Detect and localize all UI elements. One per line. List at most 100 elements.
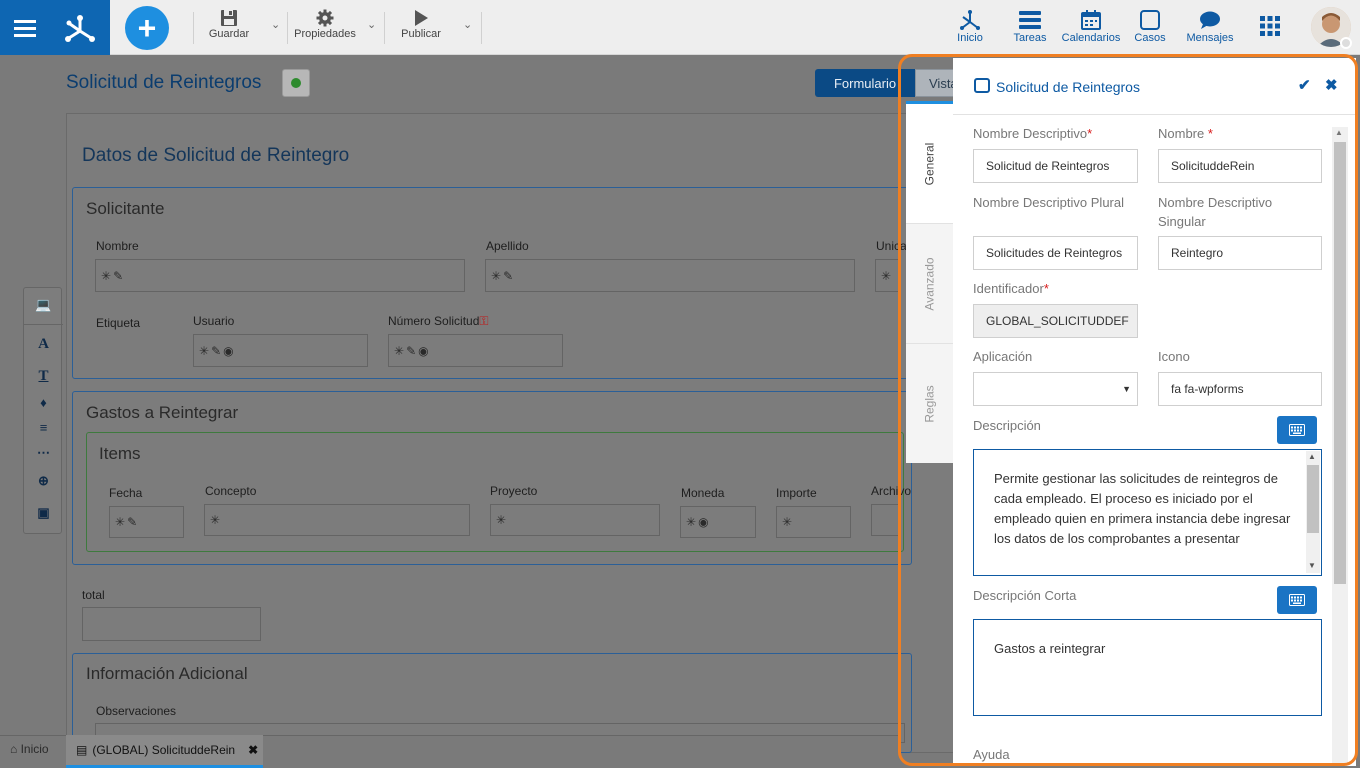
field-fecha[interactable]: ✳ ✎	[109, 506, 184, 538]
view-form-button[interactable]: Formulario	[815, 69, 915, 97]
required-asterisk-icon: ✳	[115, 515, 126, 529]
align-center-icon: ≡	[39, 420, 48, 435]
close-panel-icon[interactable]: ✖	[1325, 76, 1338, 94]
field-importe[interactable]: ✳	[776, 506, 851, 538]
label-nombre-text: Nombre	[1158, 126, 1208, 141]
label-aplicacion: Aplicación	[973, 349, 1033, 364]
scroll-down-arrow-icon[interactable]: ▼	[1308, 561, 1316, 570]
tag-icon: ♦	[40, 395, 47, 410]
input-nombre[interactable]: SolicituddeRein	[1158, 149, 1322, 183]
required-asterisk-icon: ✳	[199, 343, 210, 358]
app-logo[interactable]	[50, 0, 110, 55]
cube-icon: ▣	[37, 505, 50, 520]
label-moneda: Moneda	[681, 486, 725, 500]
tab-avanzado[interactable]: Avanzado	[906, 223, 953, 343]
field-usuario[interactable]: ✳ ✎ ◉	[193, 334, 368, 367]
save-button[interactable]: Guardar	[205, 8, 253, 40]
keyboard-icon	[1289, 424, 1305, 436]
panel-scroll-up-icon[interactable]: ▲	[1335, 128, 1343, 137]
field-concepto[interactable]: ✳	[204, 504, 470, 536]
input-icono[interactable]: fa fa-wpforms	[1158, 372, 1322, 406]
panel-title: Solicitud de Reintegros	[996, 79, 1140, 95]
label-identificador: Identificador*	[973, 279, 1049, 298]
field-moneda[interactable]: ✳ ◉	[680, 506, 756, 538]
descripcion-editor-button[interactable]	[1277, 416, 1317, 444]
label-observaciones: Observaciones	[96, 704, 177, 718]
pencil-off-icon: ✎	[113, 268, 124, 283]
publish-dropdown-caret[interactable]: ⌄	[463, 18, 472, 31]
hamburger-menu-button[interactable]	[0, 0, 50, 55]
field-nombre[interactable]: ✳ ✎	[95, 259, 465, 292]
field-numero-solicitud[interactable]: ✳ ✎ ◉	[388, 334, 563, 367]
nav-tareas[interactable]: Tareas	[1010, 8, 1050, 44]
textarea-descripcion[interactable]: Permite gestionar las solicitudes de rei…	[973, 449, 1322, 576]
input-plural[interactable]: Solicitudes de Reintegros	[973, 236, 1138, 270]
tool-tag[interactable]: ♦	[24, 395, 63, 410]
form-heading: Datos de Solicitud de Reintegro	[82, 145, 350, 166]
key-icon: ⚿	[479, 314, 489, 328]
nav-casos-label: Casos	[1134, 32, 1166, 44]
add-button[interactable]: +	[125, 6, 169, 50]
page-title: Solicitud de Reintegros	[66, 72, 262, 93]
status-toggle[interactable]	[282, 69, 310, 97]
chat-bubble-icon	[1200, 11, 1220, 29]
network-logo-icon	[65, 14, 95, 42]
nav-casos[interactable]: Casos	[1132, 8, 1168, 44]
input-singular[interactable]: Reintegro	[1158, 236, 1322, 270]
letter-a-icon: A	[38, 336, 49, 352]
toolbar-divider	[193, 12, 194, 44]
nav-mensajes[interactable]: Mensajes	[1185, 8, 1235, 44]
input-nombre-descriptivo[interactable]: Solicitud de Reintegros	[973, 149, 1138, 183]
close-tab-icon[interactable]: ✖	[248, 743, 258, 757]
nav-mensajes-label: Mensajes	[1186, 32, 1234, 44]
field-unica[interactable]: ✳	[875, 259, 900, 292]
save-dropdown-caret[interactable]: ⌄	[271, 18, 280, 31]
publish-button[interactable]: Publicar	[398, 8, 444, 40]
apps-grid-button[interactable]	[1260, 16, 1280, 41]
bottom-tab-form-label: (GLOBAL) SolicituddeRein	[92, 743, 236, 757]
label-unica: Unica	[876, 239, 907, 253]
tool-text[interactable]: T	[24, 368, 63, 385]
toolbar-divider	[287, 12, 288, 44]
nav-calendarios[interactable]: Calendarios	[1060, 8, 1122, 44]
tool-add[interactable]: ⊕	[24, 473, 63, 489]
field-total[interactable]	[82, 607, 261, 641]
field-apellido[interactable]: ✳ ✎	[485, 259, 855, 292]
panel-scrollbar-thumb[interactable]	[1334, 142, 1346, 584]
confirm-check-icon[interactable]: ✔	[1298, 76, 1311, 94]
tool-cube[interactable]: ▣	[24, 505, 63, 521]
properties-button[interactable]: Propiedades	[292, 8, 358, 40]
toolbox-divider	[24, 324, 63, 325]
tool-more[interactable]: ⋯	[24, 445, 63, 461]
properties-dropdown-caret[interactable]: ⌄	[367, 18, 376, 31]
field-proyecto[interactable]: ✳	[490, 504, 660, 536]
tool-label[interactable]: A	[24, 336, 63, 353]
label-total: total	[82, 588, 105, 602]
required-asterisk-icon: ✳	[881, 268, 892, 283]
textarea-descripcion-corta[interactable]: Gastos a reintegrar	[973, 619, 1322, 716]
nav-inicio-label: Inicio	[957, 32, 983, 44]
label-usuario: Usuario	[193, 314, 235, 328]
select-aplicacion[interactable]: ▼	[973, 372, 1138, 406]
field-archivo[interactable]	[871, 504, 901, 536]
bottom-tab-form[interactable]: ▤ (GLOBAL) SolicituddeRein ✖	[66, 735, 263, 768]
nav-inicio[interactable]: Inicio	[952, 8, 988, 44]
tool-laptop[interactable]: 💻	[24, 297, 63, 313]
descripcion-corta-editor-button[interactable]	[1277, 586, 1317, 614]
descripcion-scrollbar-thumb[interactable]	[1307, 465, 1319, 533]
required-asterisk-icon: ✳	[686, 515, 697, 529]
tab-general[interactable]: General	[906, 101, 953, 223]
hamburger-icon	[14, 19, 36, 37]
label-concepto: Concepto	[205, 484, 257, 498]
tab-general-label: General	[922, 142, 937, 185]
scroll-up-arrow-icon[interactable]: ▲	[1308, 452, 1316, 461]
eye-off-icon: ◉	[698, 515, 709, 529]
tab-reglas[interactable]: Reglas	[906, 343, 953, 463]
pencil-off-icon: ✎	[406, 343, 417, 358]
input-identificador: GLOBAL_SOLICITUDDEF	[973, 304, 1138, 338]
dropdown-triangle-icon: ▼	[1122, 384, 1131, 394]
bottom-tab-inicio[interactable]: ⌂ Inicio	[10, 742, 49, 756]
tool-align[interactable]: ≡	[24, 420, 63, 435]
label-descripcion: Descripción	[973, 418, 1041, 433]
case-square-icon	[1140, 10, 1160, 30]
